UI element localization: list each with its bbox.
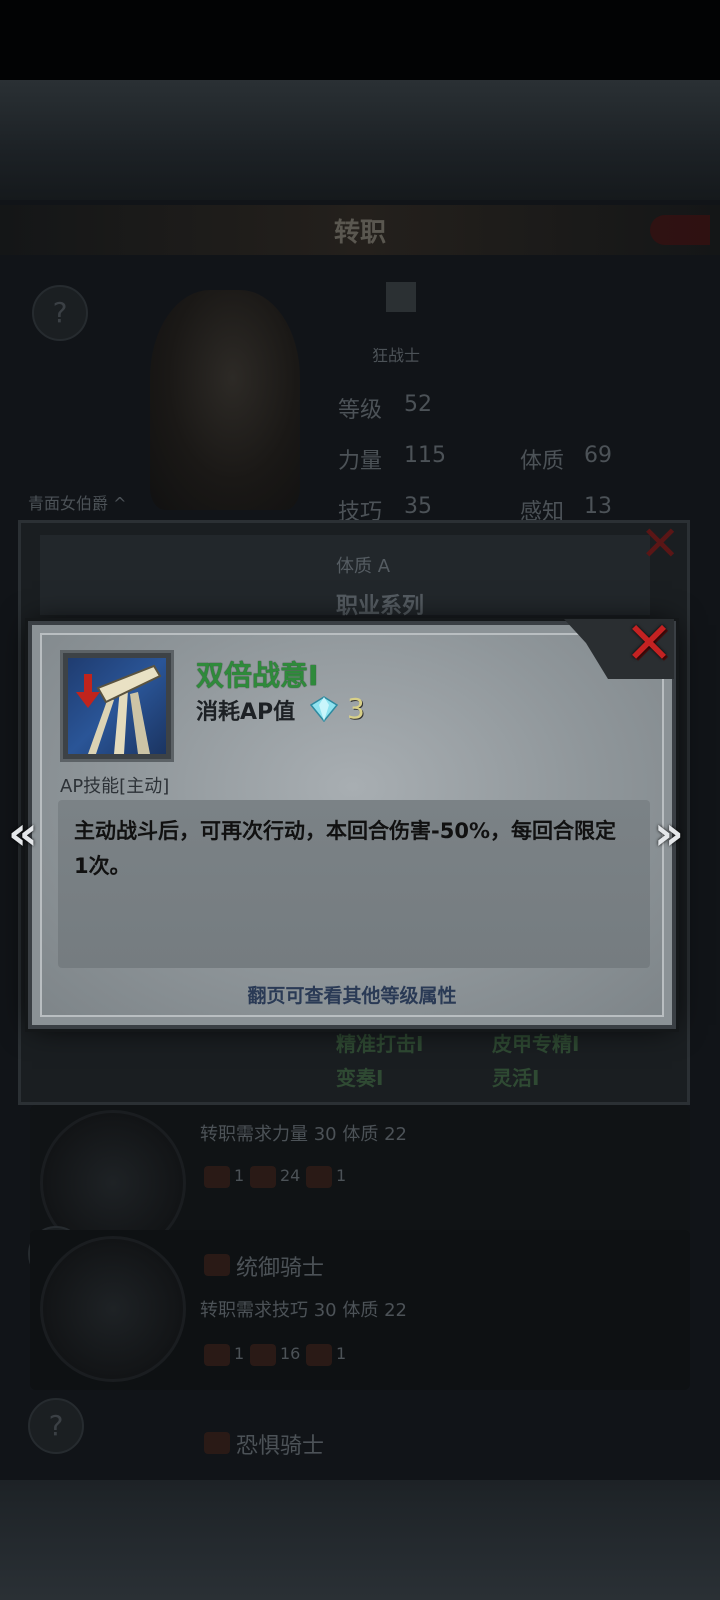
strength-label: 力量 (338, 449, 383, 474)
class-row-name: 恐惧骑士 (236, 1434, 325, 1459)
background-close-button[interactable] (650, 215, 710, 245)
cost-value: 1 (234, 1166, 245, 1185)
skill-item[interactable]: 灵活I (492, 1062, 539, 1091)
cost-value: 1 (234, 1344, 245, 1363)
level-value: 52 (404, 392, 432, 417)
ap-cost-label: 消耗AP值 (196, 700, 296, 725)
cost-value: 1 (336, 1344, 347, 1363)
skill-type-label: AP技能[主动] (60, 776, 170, 797)
cost-value: 24 (280, 1166, 301, 1185)
double-fighting-spirit-skill-icon (68, 658, 166, 754)
constitution-grade: 体质 A (336, 556, 391, 577)
perception-value: 13 (584, 494, 612, 519)
class-icon (204, 1432, 230, 1454)
ap-cost-value: 3 (347, 692, 365, 725)
skill-name: 双倍战意I (196, 659, 319, 692)
skill-item[interactable]: 变奏I (336, 1062, 383, 1091)
class-requirement: 转职需求力量 30 体质 22 (200, 1124, 407, 1145)
bottom-banner (0, 1480, 720, 1600)
help-icon[interactable]: ? (32, 285, 88, 341)
sword-icon (386, 282, 416, 312)
background-title: 转职 (333, 218, 386, 248)
prev-page-arrow-icon[interactable]: « (8, 808, 38, 858)
character-name[interactable]: 青面女伯爵 ^ (28, 490, 127, 514)
panel-close-icon[interactable]: ✕ (640, 516, 680, 572)
constitution-label: 体质 (520, 449, 565, 474)
status-bar-area (0, 0, 720, 80)
strength-value: 115 (404, 443, 446, 468)
level-label: 等级 (338, 398, 383, 423)
material-icon (250, 1166, 276, 1188)
coin-icon (204, 1166, 230, 1188)
cost-value: 1 (336, 1166, 347, 1185)
next-page-arrow-icon[interactable]: » (654, 808, 684, 858)
skill-description: 主动战斗后，可再次行动，本回合伤害-50%，每回合限定1次。 (74, 819, 616, 878)
diamond-gem-icon (310, 696, 338, 722)
close-x-icon[interactable]: ✕ (618, 612, 680, 674)
page-flip-hint: 翻页可查看其他等级属性 (247, 985, 457, 1007)
class-row-name: 统御骑士 (236, 1256, 325, 1281)
class-icon (204, 1254, 230, 1276)
coin-icon (204, 1344, 230, 1366)
token-icon (306, 1344, 332, 1366)
help-icon[interactable]: ? (28, 1398, 84, 1454)
class-requirement: 转职需求技巧 30 体质 22 (200, 1300, 407, 1321)
class-series-label: 职业系列 (336, 594, 425, 619)
cost-value: 16 (280, 1344, 301, 1363)
skill-item[interactable]: 精准打击I (336, 1028, 423, 1057)
material-icon (250, 1344, 276, 1366)
skill-value: 35 (404, 494, 432, 519)
constitution-value: 69 (584, 443, 612, 468)
token-icon (306, 1166, 332, 1188)
class-name: 狂战士 (372, 346, 421, 365)
class-avatar (40, 1236, 186, 1382)
skill-item[interactable]: 皮甲专精I (492, 1028, 579, 1057)
top-banner (0, 80, 720, 200)
character-portrait (150, 290, 300, 510)
